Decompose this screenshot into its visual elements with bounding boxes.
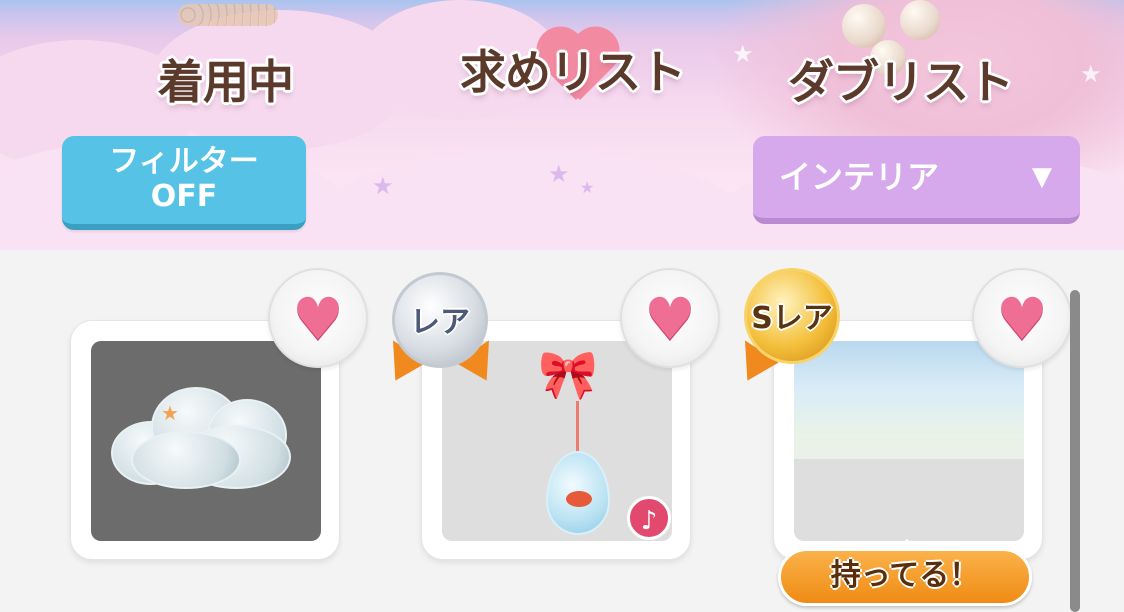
star-decoration: ★ bbox=[548, 160, 570, 188]
water-drop-icon bbox=[546, 451, 610, 535]
star-decoration: ★ bbox=[580, 178, 595, 197]
music-note-icon: ♪ bbox=[627, 496, 671, 540]
tab-duplicates[interactable]: ダブリスト bbox=[788, 46, 1014, 112]
item-thumbnail-winged-garden bbox=[794, 341, 1024, 541]
item-thumbnail-cloud: ★ bbox=[91, 341, 321, 541]
star-decoration: ★ bbox=[372, 172, 394, 200]
chevron-down-icon: ▼ bbox=[1032, 162, 1052, 192]
filter-button[interactable]: フィルター OFF bbox=[62, 136, 306, 230]
favorite-button[interactable]: ♥ bbox=[620, 268, 720, 368]
filter-button-label: フィルター bbox=[109, 144, 259, 179]
cloud-decoration bbox=[300, 150, 760, 250]
scrollbar[interactable] bbox=[1070, 290, 1080, 612]
owned-badge: 持ってる！ bbox=[778, 539, 1032, 606]
heart-icon: ♥ bbox=[644, 285, 696, 353]
category-select-value: インテリア bbox=[779, 158, 940, 196]
star-decoration: ★ bbox=[1080, 60, 1102, 88]
header: ★ ★ ★ ★ ★ 着用中 求めリスト ダブリスト フィルター OFF インテリ… bbox=[0, 0, 1124, 250]
filter-button-state: OFF bbox=[150, 179, 218, 214]
rarity-badge-super-rare: Sレア bbox=[744, 268, 840, 364]
tab-wishlist[interactable]: 求めリスト bbox=[460, 36, 686, 102]
favorite-button[interactable]: ♥ bbox=[268, 268, 368, 368]
ribbon-icon: 🎀 bbox=[538, 347, 598, 403]
beads-decoration bbox=[178, 4, 278, 26]
heart-icon: ♥ bbox=[292, 285, 344, 353]
cloud-icon: ★ bbox=[111, 381, 306, 491]
tab-wearing[interactable]: 着用中 bbox=[158, 46, 294, 112]
pearl-decoration bbox=[900, 0, 940, 40]
heart-icon: ♥ bbox=[996, 285, 1048, 353]
favorite-button[interactable]: ♥ bbox=[972, 268, 1072, 368]
rarity-badge-rare: レア bbox=[392, 272, 488, 368]
star-icon: ★ bbox=[161, 401, 179, 425]
star-decoration: ★ bbox=[732, 40, 754, 68]
category-select[interactable]: インテリア ▼ bbox=[753, 136, 1080, 224]
